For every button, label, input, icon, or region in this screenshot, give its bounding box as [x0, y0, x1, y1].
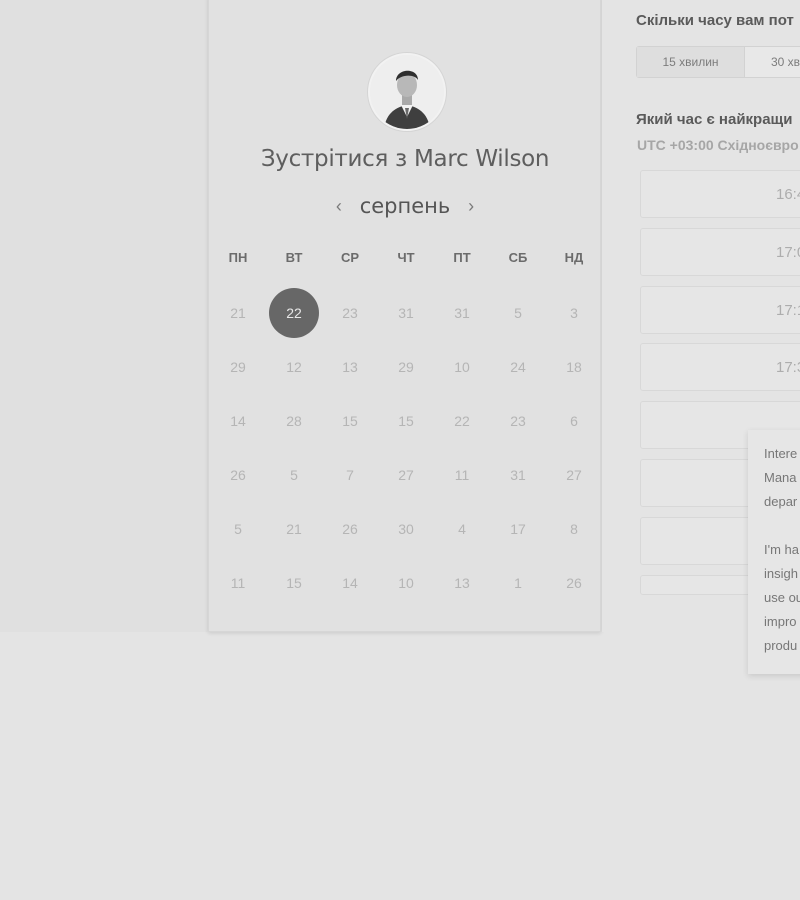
calendar-day[interactable]: 15	[322, 394, 378, 448]
timezone-label[interactable]: UTC +03:00 Східноєвро	[637, 137, 799, 153]
weekday-label: СР	[340, 250, 360, 265]
duration-selector: 15 хвилин 30 хв	[636, 46, 800, 78]
calendar-day[interactable]: 13	[322, 340, 378, 394]
calendar-day[interactable]: 11	[434, 448, 490, 502]
calendar-day[interactable]: 23	[490, 394, 546, 448]
calendar-day[interactable]: 27	[378, 448, 434, 502]
weekday-label: ВТ	[285, 250, 303, 265]
time-slot[interactable]: 16:4	[640, 170, 800, 218]
calendar-day[interactable]: 21	[266, 502, 322, 556]
duration-option-30[interactable]: 30 хв	[745, 47, 800, 77]
calendar-day[interactable]: 5	[266, 448, 322, 502]
calendar-day[interactable]: 14	[322, 556, 378, 610]
calendar-day[interactable]: 22	[434, 394, 490, 448]
calendar-day[interactable]: 17	[490, 502, 546, 556]
calendar-day[interactable]: 5	[210, 502, 266, 556]
weekday-label: НД	[564, 250, 584, 265]
weekday-header: ПН ВТ СР ЧТ ПТ СБ НД	[210, 250, 602, 265]
message-paragraph: I'm ha insigh use ou impro produ	[764, 542, 800, 653]
chevron-left-icon[interactable]: ‹	[330, 194, 348, 218]
calendar-day[interactable]: 7	[322, 448, 378, 502]
weekday-label: ЧТ	[397, 250, 415, 265]
time-slot[interactable]: 17:3	[640, 343, 800, 391]
calendar-day[interactable]: 8	[546, 502, 602, 556]
calendar-day[interactable]: 26	[210, 448, 266, 502]
calendar-day[interactable]: 23	[322, 286, 378, 340]
month-navigation: ‹ серпень ›	[330, 192, 480, 220]
weekday-label: ПТ	[453, 250, 471, 265]
calendar-day[interactable]: 11	[210, 556, 266, 610]
calendar-day[interactable]: 14	[210, 394, 266, 448]
calendar-day[interactable]: 27	[546, 448, 602, 502]
calendar-day[interactable]: 12	[266, 340, 322, 394]
page: Зустрітися з Marc Wilson ‹ серпень › ПН …	[0, 0, 800, 900]
calendar-day[interactable]: 15	[266, 556, 322, 610]
weekday-label: ПН	[228, 250, 248, 265]
time-slot[interactable]: 17:0	[640, 228, 800, 276]
calendar-day[interactable]: 28	[266, 394, 322, 448]
time-question: Який час є найкращи	[636, 111, 793, 128]
calendar-day[interactable]: 26	[322, 502, 378, 556]
calendar-day[interactable]: 3	[546, 286, 602, 340]
calendar-day[interactable]: 26	[546, 556, 602, 610]
calendar-day-selected[interactable]: 22	[266, 286, 322, 340]
calendar-day[interactable]: 1	[490, 556, 546, 610]
calendar-day[interactable]: 30	[378, 502, 434, 556]
calendar-day[interactable]: 6	[546, 394, 602, 448]
calendar-day[interactable]: 31	[490, 448, 546, 502]
weekday-label: СБ	[508, 250, 528, 265]
month-label: серпень	[359, 194, 451, 218]
calendar-day[interactable]: 15	[378, 394, 434, 448]
calendar-day[interactable]: 29	[210, 340, 266, 394]
calendar-day[interactable]: 31	[378, 286, 434, 340]
calendar-grid: 21 22 23 31 31 5 3 29 12 13 29 10 24 18 …	[210, 286, 602, 610]
calendar-day[interactable]: 10	[378, 556, 434, 610]
duration-option-15[interactable]: 15 хвилин	[637, 47, 745, 77]
person-icon	[370, 55, 444, 129]
message-paragraph: Intere Mana depar	[764, 446, 798, 509]
duration-question: Скільки часу вам пот	[636, 12, 794, 29]
calendar-day[interactable]: 31	[434, 286, 490, 340]
calendar-day[interactable]: 29	[378, 340, 434, 394]
host-avatar	[368, 53, 446, 131]
chevron-right-icon[interactable]: ›	[462, 194, 480, 218]
calendar-day[interactable]: 21	[210, 286, 266, 340]
calendar-day[interactable]: 4	[434, 502, 490, 556]
time-slot[interactable]: 17:1	[640, 286, 800, 334]
calendar-day[interactable]: 13	[434, 556, 490, 610]
calendar-day[interactable]: 10	[434, 340, 490, 394]
calendar-day[interactable]: 18	[546, 340, 602, 394]
calendar-day[interactable]: 24	[490, 340, 546, 394]
calendar-day[interactable]: 5	[490, 286, 546, 340]
message-popup: Intere Mana depar I'm ha insigh use ou i…	[748, 430, 800, 674]
meeting-title: Зустрітися з Marc Wilson	[260, 146, 550, 172]
